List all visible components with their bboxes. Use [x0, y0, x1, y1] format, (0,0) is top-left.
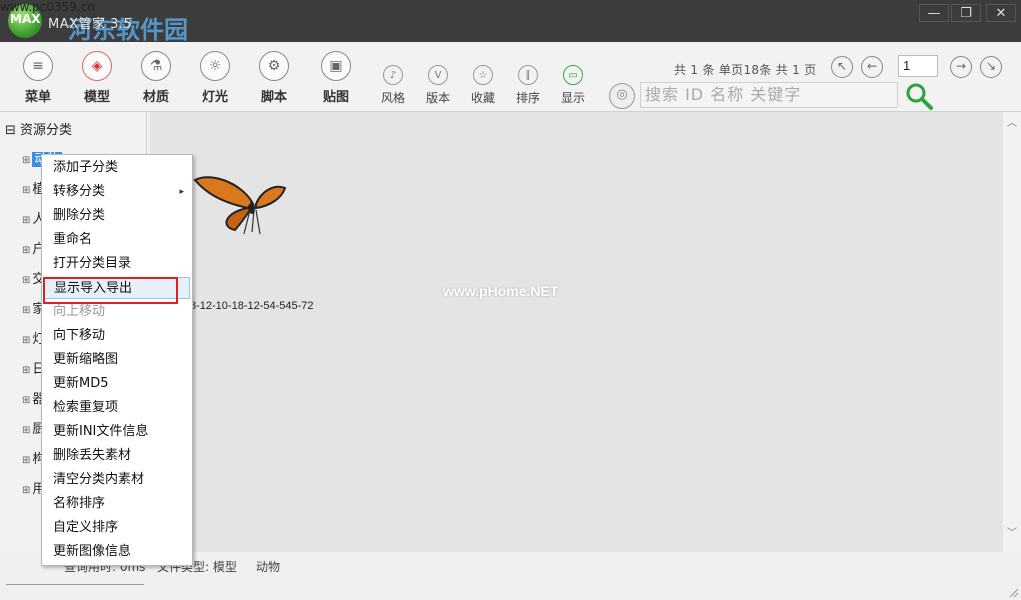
app-title: MAX管家 3.5: [48, 17, 133, 32]
material-button[interactable]: ⚗ 材质: [134, 51, 178, 105]
light-label: 灯光: [201, 90, 228, 105]
scroll-up-icon[interactable]: ︿: [1007, 114, 1017, 129]
menu-item-sort-by-name[interactable]: 名称排序: [42, 493, 192, 515]
texture-label: 贴图: [322, 90, 349, 105]
current-category: 动物: [256, 560, 281, 574]
tree-root[interactable]: ⊟ 资源分类: [5, 119, 72, 138]
style-button[interactable]: ♪ 风格: [373, 65, 413, 106]
model-icon: ◈: [82, 51, 112, 81]
texture-button[interactable]: ▣ 贴图: [314, 51, 358, 105]
menu-item-clear-category[interactable]: 清空分类内素材: [42, 469, 192, 491]
script-label: 脚本: [260, 90, 287, 105]
toolbar: ≡ 菜单 ◈ 模型 ⚗ 材质 ☼ 灯光 ⚙ 脚本 ▣ 贴图 ♪ 风格 V 版本 …: [0, 42, 1021, 112]
menu-item-update-md5[interactable]: 更新MD5: [42, 373, 192, 395]
prev-page-button[interactable]: ←: [861, 56, 883, 78]
sort-button[interactable]: ∥ 排序: [508, 65, 548, 106]
butterfly-thumbnail[interactable]: [190, 172, 290, 242]
expand-icon[interactable]: ⊞: [22, 275, 30, 286]
scroll-down-icon[interactable]: ﹀: [1007, 524, 1017, 539]
expand-icon[interactable]: ⊞: [22, 305, 30, 316]
next-page-button[interactable]: →: [950, 56, 972, 78]
light-button[interactable]: ☼ 灯光: [193, 51, 237, 105]
menu-item-rename[interactable]: 重命名: [42, 229, 192, 251]
display-button[interactable]: ▭ 显示: [553, 65, 593, 106]
material-icon: ⚗: [141, 51, 171, 81]
menu-item-delete-category[interactable]: 删除分类: [42, 205, 192, 227]
favorite-label: 收藏: [470, 91, 495, 105]
search-input[interactable]: 搜索 ID 名称 关键字: [640, 82, 898, 108]
item-name[interactable]: 8-12-10-18-12-54-545-72: [190, 300, 314, 312]
model-button[interactable]: ◈ 模型: [75, 51, 119, 105]
expand-icon[interactable]: ⊞: [22, 425, 30, 436]
style-icon: ♪: [383, 65, 403, 85]
maximize-button[interactable]: ❐: [951, 4, 981, 22]
context-menu: 添加子分类 转移分类 ▸ 删除分类 重命名 打开分类目录 显示导入导出 向上移动 …: [41, 154, 193, 566]
expand-icon[interactable]: ⊞: [22, 485, 30, 496]
app-logo-text: MAX: [10, 12, 41, 26]
menu-item-add-subcategory[interactable]: 添加子分类: [42, 157, 192, 179]
sort-label: 排序: [515, 91, 540, 105]
watermark-phome: www.pHome.NET: [443, 283, 559, 299]
page-number-input[interactable]: 1: [898, 55, 938, 77]
display-icon: ▭: [563, 65, 583, 85]
page-info: 共 1 条 单页18条 共 1 页: [674, 63, 817, 77]
status-divider: [6, 584, 144, 585]
favorite-button[interactable]: ☆ 收藏: [463, 65, 503, 106]
model-label: 模型: [83, 90, 110, 105]
collapse-icon[interactable]: ⊟: [5, 123, 16, 138]
menu-item-update-thumbnails[interactable]: 更新缩略图: [42, 349, 192, 371]
menu-button[interactable]: ≡ 菜单: [16, 51, 60, 105]
menu-item-update-ini[interactable]: 更新INI文件信息: [42, 421, 192, 443]
style-label: 风格: [380, 91, 405, 105]
menu-item-delete-missing[interactable]: 删除丢失素材: [42, 445, 192, 467]
menu-item-move-category[interactable]: 转移分类 ▸: [42, 181, 192, 203]
submenu-arrow-icon: ▸: [179, 187, 184, 197]
version-icon: V: [428, 65, 448, 85]
material-label: 材质: [142, 90, 169, 105]
expand-icon[interactable]: ⊞: [22, 365, 30, 376]
tree-root-label: 资源分类: [20, 123, 73, 138]
expand-icon[interactable]: ⊞: [22, 245, 30, 256]
version-label: 版本: [425, 91, 450, 105]
search-icon[interactable]: [904, 81, 934, 111]
menu-item-update-image-info[interactable]: 更新图像信息: [42, 541, 192, 563]
watermark-url: www.pc0359.cn: [0, 0, 95, 14]
star-icon: ☆: [473, 65, 493, 85]
menu-item-open-directory[interactable]: 打开分类目录: [42, 253, 192, 275]
expand-icon[interactable]: ⊞: [22, 185, 30, 196]
menu-item-find-duplicates[interactable]: 检索重复项: [42, 397, 192, 419]
close-button[interactable]: ✕: [986, 4, 1016, 22]
script-button[interactable]: ⚙ 脚本: [252, 51, 296, 105]
expand-icon[interactable]: ⊞: [22, 215, 30, 226]
menu-item-move-down[interactable]: 向下移动: [42, 325, 192, 347]
menu-icon: ≡: [23, 51, 53, 81]
expand-icon[interactable]: ⊞: [22, 395, 30, 406]
script-icon: ⚙: [259, 51, 289, 81]
menu-item-label: 转移分类: [53, 184, 106, 199]
highlight-annotation: [43, 277, 178, 304]
expand-icon[interactable]: ⊞: [22, 335, 30, 346]
scrollbar[interactable]: ︿ ﹀: [1003, 112, 1021, 552]
menu-item-custom-sort[interactable]: 自定义排序: [42, 517, 192, 539]
last-page-button[interactable]: ↘: [980, 56, 1002, 78]
first-page-button[interactable]: ↖: [831, 56, 853, 78]
expand-icon[interactable]: ⊞: [22, 155, 30, 166]
resize-grip-icon[interactable]: [1007, 586, 1019, 598]
version-button[interactable]: V 版本: [418, 65, 458, 106]
filter-icon[interactable]: ◎: [609, 83, 635, 109]
menu-label: 菜单: [24, 90, 51, 105]
sort-icon: ∥: [518, 65, 538, 85]
display-label: 显示: [560, 91, 585, 105]
title-bar: MAX 河东软件园 MAX管家 3.5 — ❐ ✕: [0, 0, 1021, 44]
light-icon: ☼: [200, 51, 230, 81]
menu-item-move-up: 向上移动: [53, 304, 106, 319]
minimize-button[interactable]: —: [919, 4, 949, 22]
texture-icon: ▣: [321, 51, 351, 81]
expand-icon[interactable]: ⊞: [22, 455, 30, 466]
